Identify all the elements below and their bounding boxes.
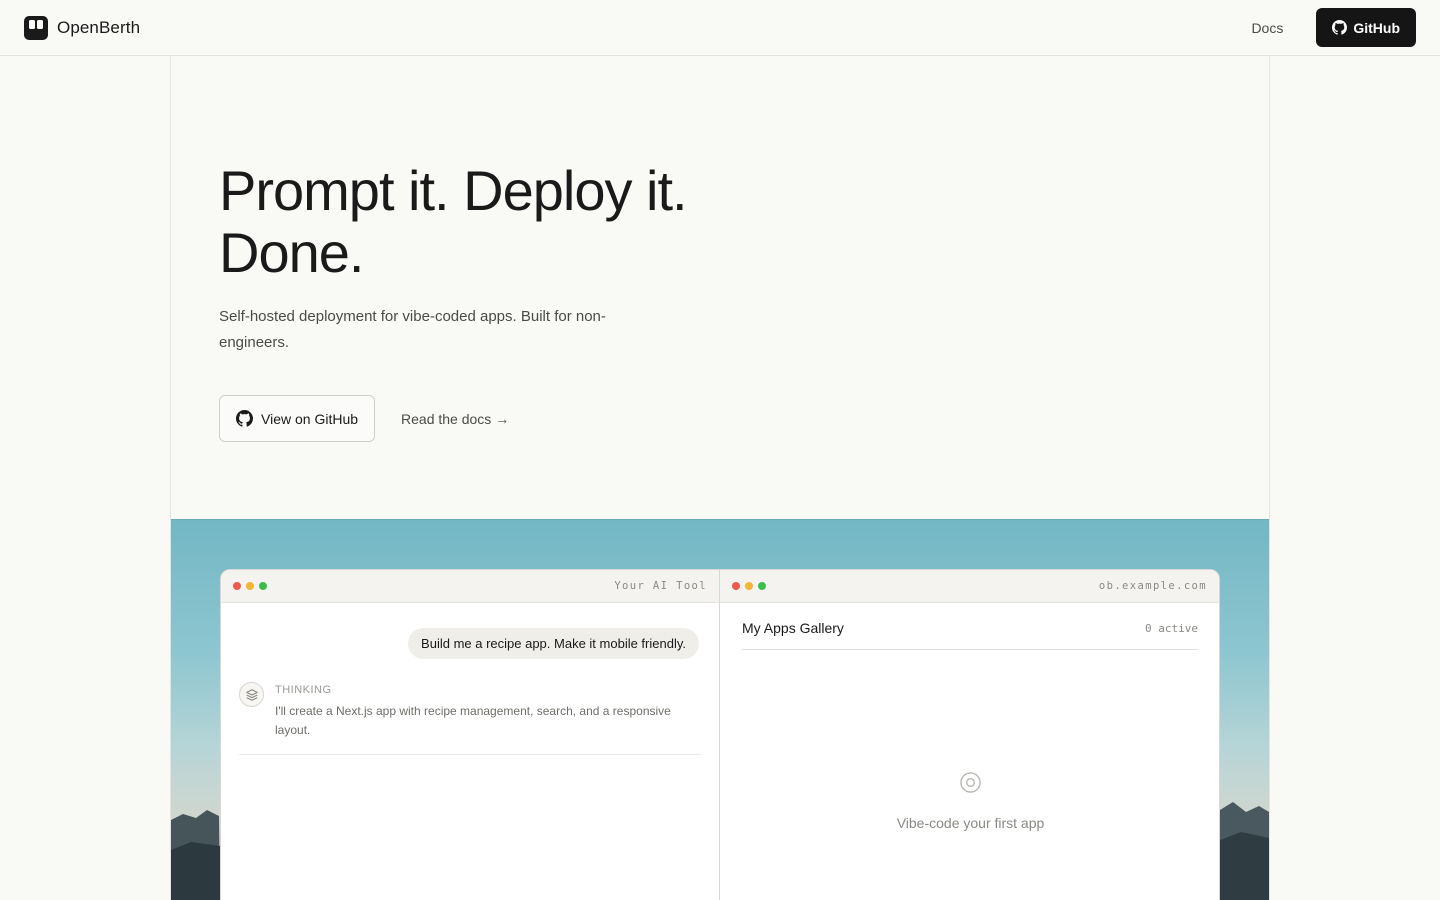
apps-gallery-window-label: ob.example.com xyxy=(1098,580,1207,592)
header-github-label: GitHub xyxy=(1353,19,1400,36)
maximize-dot xyxy=(259,582,267,590)
read-the-docs-link[interactable]: Read the docs → xyxy=(401,411,509,427)
gallery-title: My Apps Gallery xyxy=(742,620,844,636)
user-message-bubble: Build me a recipe app. Make it mobile fr… xyxy=(408,628,699,659)
apps-gallery-window: ob.example.com My Apps Gallery 0 active … xyxy=(719,569,1220,900)
hero-subtitle: Self-hosted deployment for vibe-coded ap… xyxy=(219,308,606,351)
brand-home-link[interactable]: OpenBerth xyxy=(24,15,141,40)
apps-gallery-titlebar: ob.example.com xyxy=(720,570,1219,603)
ai-tool-window-label: Your AI Tool xyxy=(614,580,707,592)
maximize-dot xyxy=(758,582,766,590)
window-controls xyxy=(233,582,267,590)
github-icon xyxy=(236,410,253,427)
gallery-header: My Apps Gallery 0 active xyxy=(742,620,1198,650)
ai-tool-window: Your AI Tool Build me a recipe app. Make… xyxy=(220,569,720,900)
ai-tool-titlebar: Your AI Tool xyxy=(221,570,719,603)
empty-state-text: Vibe-code your first app xyxy=(896,815,1045,831)
minimize-dot xyxy=(745,582,753,590)
window-controls xyxy=(732,582,766,590)
github-icon xyxy=(1332,20,1348,35)
thinking-text: I'll create a Next.js app with recipe ma… xyxy=(275,704,671,737)
layers-icon xyxy=(239,682,264,707)
top-nav: OpenBerth Docs GitHub xyxy=(0,0,1440,56)
thinking-content: THINKING I'll create a Next.js app with … xyxy=(275,682,701,740)
close-dot xyxy=(732,582,740,590)
nav-docs-link[interactable]: Docs xyxy=(1251,20,1283,36)
nav-right: Docs GitHub xyxy=(1251,8,1416,47)
hero-title: Prompt it. Deploy it. Done. xyxy=(219,159,688,284)
gallery-active-count: 0 active xyxy=(1145,621,1198,635)
thinking-block: THINKING I'll create a Next.js app with … xyxy=(239,682,701,755)
view-on-github-label: View on GitHub xyxy=(261,410,359,427)
brand-name: OpenBerth xyxy=(57,17,141,37)
minimize-dot xyxy=(246,582,254,590)
target-icon xyxy=(960,772,981,793)
view-on-github-button[interactable]: View on GitHub xyxy=(219,395,376,442)
openberth-logo-icon xyxy=(24,15,48,40)
thinking-label: THINKING xyxy=(275,684,332,696)
close-dot xyxy=(233,582,241,590)
header-github-button[interactable]: GitHub xyxy=(1316,8,1416,47)
cta-row: View on GitHub Read the docs → xyxy=(219,395,509,442)
